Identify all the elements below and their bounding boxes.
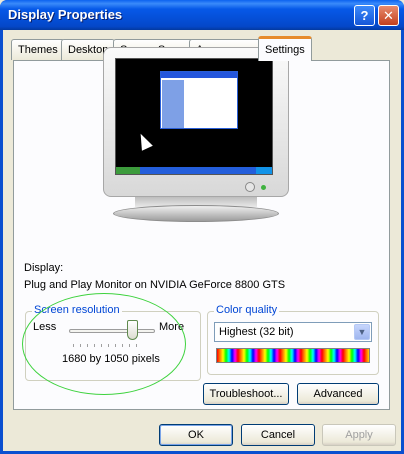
preview-start-button: [116, 167, 140, 174]
tab-themes[interactable]: Themes: [11, 39, 65, 60]
resolution-slider-track[interactable]: [69, 329, 155, 333]
power-button-icon: [245, 182, 255, 192]
display-device-name: Plug and Play Monitor on NVIDIA GeForce …: [24, 279, 286, 291]
title-bar[interactable]: Display Properties ? ✕: [0, 0, 404, 30]
display-caption: Display:: [24, 262, 64, 274]
monitor-screen: [115, 58, 273, 175]
resolution-more-label: More: [159, 321, 185, 333]
screen-resolution-label: Screen resolution: [32, 304, 122, 316]
troubleshoot-button[interactable]: Troubleshoot...: [203, 383, 289, 405]
color-quality-label: Color quality: [214, 304, 280, 316]
preview-window-thumbnail: [160, 71, 238, 129]
monitor-base: [113, 205, 279, 222]
close-icon[interactable]: ✕: [378, 5, 399, 26]
color-quality-value: Highest (32 bit): [219, 326, 294, 338]
color-quality-select[interactable]: Highest (32 bit) ▼: [214, 322, 372, 342]
help-icon[interactable]: ?: [354, 5, 375, 26]
resolution-less-label: Less: [33, 321, 57, 333]
chevron-down-icon[interactable]: ▼: [354, 324, 370, 340]
color-spectrum-bar: [216, 348, 370, 363]
monitor-preview: [103, 47, 289, 197]
cursor-icon: [135, 131, 153, 151]
ok-button[interactable]: OK: [159, 424, 233, 446]
advanced-button[interactable]: Advanced: [297, 383, 379, 405]
resolution-slider-ticks: [73, 344, 153, 348]
cancel-button[interactable]: Cancel: [241, 424, 315, 446]
color-quality-group: Color quality: [207, 304, 379, 375]
resolution-value: 1680 by 1050 pixels: [62, 353, 160, 365]
resolution-slider-thumb[interactable]: [127, 320, 138, 340]
apply-button[interactable]: Apply: [322, 424, 396, 446]
power-led-icon: [261, 185, 266, 190]
window-title: Display Properties: [8, 7, 123, 22]
display-properties-window: Display Properties ? ✕ Themes Desktop Sc…: [0, 0, 404, 454]
preview-system-tray: [256, 167, 272, 174]
tab-settings[interactable]: Settings: [258, 36, 312, 61]
